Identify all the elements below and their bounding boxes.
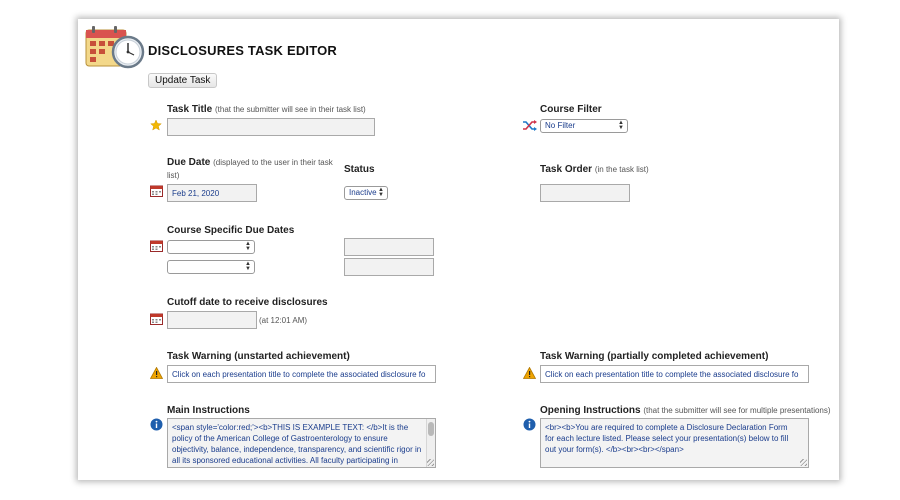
course-date-input-2[interactable]: [344, 258, 434, 276]
resize-grip-icon[interactable]: [427, 459, 434, 466]
status-label: Status: [344, 164, 375, 175]
star-icon: [150, 119, 162, 131]
task-title-input[interactable]: [167, 118, 375, 136]
select-arrows-icon: ▲ ▼: [245, 261, 251, 272]
warning-unstarted-label: Task Warning (unstarted achievement): [167, 351, 350, 362]
scrollbar-thumb[interactable]: [428, 422, 434, 436]
task-order-label: Task Order (in the task list): [540, 164, 649, 175]
opening-instructions-label-text: Opening Instructions: [540, 405, 641, 416]
opening-instructions-text: <br><b>You are required to complete a Di…: [545, 423, 789, 454]
resize-grip-icon[interactable]: [800, 459, 807, 466]
task-order-input[interactable]: [540, 184, 630, 202]
select-arrows-icon: ▲ ▼: [245, 241, 251, 252]
course-select-2[interactable]: ▲ ▼: [167, 260, 255, 274]
task-title-label-text: Task Title: [167, 104, 213, 115]
info-icon: [150, 418, 163, 431]
status-value: Inactive: [349, 188, 377, 197]
task-order-label-text: Task Order: [540, 164, 593, 175]
course-due-dates-label: Course Specific Due Dates: [167, 225, 295, 236]
cutoff-date-input[interactable]: [167, 311, 257, 329]
shuffle-filter-icon: [523, 120, 537, 131]
task-title-hint: (that the submitter will see in their ta…: [215, 105, 366, 114]
status-select[interactable]: Inactive ▲ ▼: [344, 186, 388, 200]
warning-unstarted-input[interactable]: Click on each presentation title to comp…: [167, 365, 436, 383]
calendar-icon: [150, 240, 163, 252]
task-title-label: Task Title (that the submitter will see …: [167, 104, 366, 115]
page-title: DISCLOSURES TASK EDITOR: [148, 43, 338, 58]
main-instructions-textarea[interactable]: <span style='color:red;'><b>THIS IS EXAM…: [167, 418, 436, 468]
update-task-button[interactable]: Update Task: [148, 73, 218, 88]
due-date-input[interactable]: Feb 21, 2020: [167, 184, 257, 202]
opening-instructions-label: Opening Instructions (that the submitter…: [540, 405, 831, 416]
course-select-1[interactable]: ▲ ▼: [167, 240, 255, 254]
main-instructions-text: <span style='color:red;'><b>THIS IS EXAM…: [172, 423, 422, 465]
course-filter-select[interactable]: No Filter ▲ ▼: [540, 119, 628, 133]
info-icon: [523, 418, 536, 431]
due-date-label-text: Due Date: [167, 157, 211, 168]
main-instructions-label: Main Instructions: [167, 405, 250, 416]
calendar-icon: [150, 185, 163, 197]
task-order-hint: (in the task list): [594, 165, 649, 174]
calendar-clock-icon: [85, 26, 145, 69]
calendar-icon: [150, 313, 163, 325]
task-editor-panel: DISCLOSURES TASK EDITOR Update Task Task…: [78, 19, 839, 480]
opening-instructions-hint: (that the submitter will see for multipl…: [643, 406, 831, 415]
select-arrows-icon: ▲ ▼: [378, 187, 384, 198]
course-filter-value: No Filter: [545, 121, 576, 130]
warning-partial-input[interactable]: Click on each presentation title to comp…: [540, 365, 809, 383]
due-date-label: Due Date (displayed to the user in their…: [167, 156, 342, 182]
course-filter-label: Course Filter: [540, 104, 602, 115]
warning-icon: [523, 367, 536, 379]
opening-instructions-textarea[interactable]: <br><b>You are required to complete a Di…: [540, 418, 809, 468]
cutoff-label: Cutoff date to receive disclosures: [167, 297, 328, 308]
warning-partial-label: Task Warning (partially completed achiev…: [540, 351, 769, 362]
select-arrows-icon: ▲ ▼: [618, 120, 624, 131]
warning-icon: [150, 367, 163, 379]
course-date-input-1[interactable]: [344, 238, 434, 256]
cutoff-time-note: (at 12:01 AM): [259, 316, 308, 325]
